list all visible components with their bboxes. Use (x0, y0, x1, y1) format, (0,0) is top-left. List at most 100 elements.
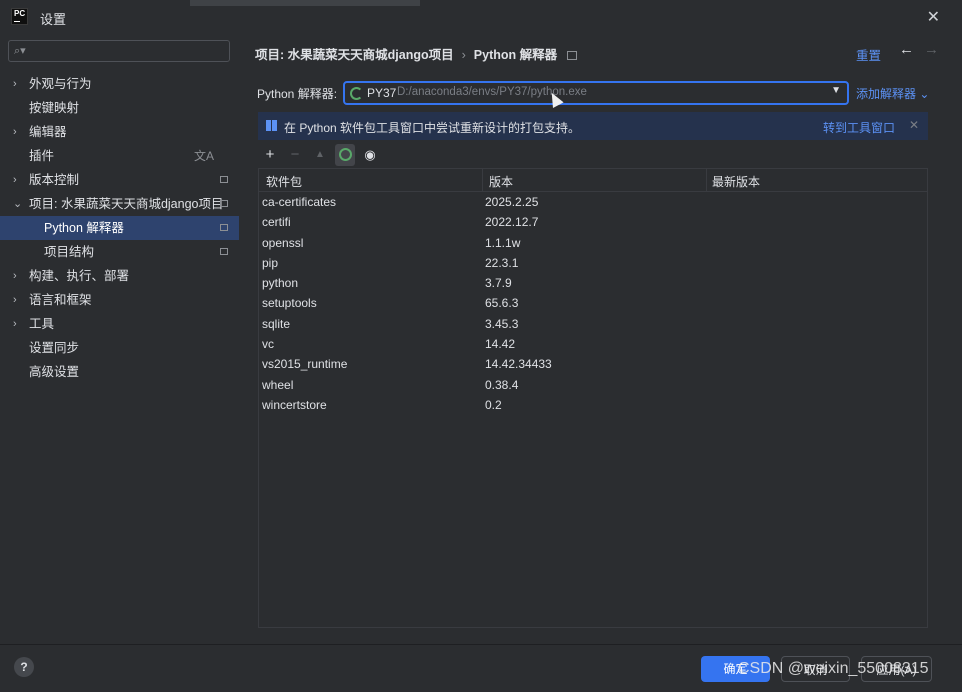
banner-text: 在 Python 软件包工具窗口中尝试重新设计的打包支持。 (284, 121, 581, 135)
column-package[interactable]: 软件包 (266, 173, 302, 190)
info-banner: 在 Python 软件包工具窗口中尝试重新设计的打包支持。 转到工具窗口 ✕ (258, 112, 928, 140)
table-row[interactable]: pip 22.3.1 (259, 253, 927, 273)
chevron-right-icon: › (13, 174, 17, 186)
forward-arrow-icon[interactable]: → (924, 41, 939, 58)
table-body: ca-certificates 2025.2.25 certifi 2022.12.7… (259, 192, 927, 415)
table-row[interactable]: vs2015_runtime 14.42.34433 (259, 354, 927, 374)
sidebar-item-project-structure[interactable]: 项目结构 (0, 240, 239, 264)
project-scope-icon (220, 176, 228, 183)
settings-sidebar: ⌕▾ › 外观与行为 按键映射 › 编辑器 插件 文A › 版本控制 ⌄ 项目:… (0, 34, 239, 644)
chevron-right-icon: › (13, 126, 17, 138)
window-title: 设置 (40, 12, 67, 27)
sidebar-item-editor[interactable]: › 编辑器 (0, 120, 239, 144)
translate-icon: 文A (193, 149, 214, 163)
interpreter-name: PY37 (367, 86, 397, 100)
back-arrow-icon[interactable]: ← (899, 41, 914, 58)
sidebar-item-plugins[interactable]: 插件 文A (0, 144, 239, 168)
sidebar-item-languages[interactable]: › 语言和框架 (0, 288, 239, 312)
package-version: 2022.12.7 (485, 215, 539, 230)
interpreter-label: Python 解释器: (257, 87, 338, 101)
package-version: 22.3.1 (485, 255, 519, 270)
sidebar-item-advanced[interactable]: 高级设置 (0, 360, 239, 384)
close-icon[interactable]: ✕ (927, 7, 940, 27)
column-version[interactable]: 版本 (489, 173, 513, 190)
upgrade-package-icon[interactable]: ▲ (310, 144, 330, 166)
package-version: 3.7.9 (485, 276, 512, 291)
package-name: vc (262, 337, 274, 352)
column-latest-version[interactable]: 最新版本 (712, 173, 760, 190)
package-name: pip (262, 255, 279, 270)
search-icon: ⌕▾ (14, 45, 26, 57)
package-version: 3.45.3 (485, 316, 519, 331)
table-row[interactable]: certifi 2022.12.7 (259, 212, 927, 232)
table-row[interactable]: openssl 1.1.1w (259, 233, 927, 253)
package-name: vs2015_runtime (262, 357, 348, 372)
sidebar-item-build[interactable]: › 构建、执行、部署 (0, 264, 239, 288)
chevron-down-icon: ⌄ (919, 87, 930, 101)
chevron-right-icon: › (13, 294, 17, 306)
package-name: ca-certificates (262, 195, 337, 209)
go-to-tool-window-link[interactable]: 转到工具窗口 (823, 119, 895, 136)
help-icon[interactable]: ? (14, 657, 34, 677)
package-version: 14.42 (485, 337, 516, 352)
background-window-strip (190, 0, 420, 6)
chevron-right-icon: › (13, 78, 17, 90)
add-package-icon[interactable]: + (260, 144, 280, 166)
packages-table: 软件包 版本 最新版本 ca-certificates 2025.2.25 cert… (258, 168, 928, 628)
interpreter-select[interactable]: PY37 D:/anaconda3/envs/PY37/python.exe ▼ (343, 81, 849, 105)
sidebar-item-tools[interactable]: › 工具 (0, 312, 239, 336)
breadcrumb-project: 项目: 水果蔬菜天天商城django项目 (255, 48, 454, 62)
package-name: openssl (262, 235, 304, 250)
packages-toolbar: + − ▲ ◉ (258, 144, 928, 166)
breadcrumb: 项目: 水果蔬菜天天商城django项目 › Python 解释器 (255, 44, 578, 63)
package-name: python (262, 276, 299, 291)
chevron-down-icon: ⌄ (13, 198, 23, 210)
package-version: 1.1.1w (485, 235, 521, 250)
add-interpreter-link[interactable]: 添加解释器 ⌄ (856, 85, 929, 102)
sidebar-item-python-interpreter[interactable]: Python 解释器 (0, 216, 239, 240)
search-input[interactable]: ⌕▾ (8, 40, 230, 62)
sidebar-item-version-control[interactable]: › 版本控制 (0, 168, 239, 192)
package-name: wincertstore (262, 397, 327, 412)
breadcrumb-separator: › (461, 48, 466, 62)
sidebar-item-settings-sync[interactable]: 设置同步 (0, 336, 239, 360)
table-row[interactable]: ca-certificates 2025.2.25 (259, 192, 927, 212)
package-version: 0.38.4 (485, 377, 519, 392)
show-early-releases-eye-icon[interactable]: ◉ (360, 144, 380, 166)
chevron-right-icon: › (13, 318, 17, 330)
table-row[interactable]: vc 14.42 (259, 334, 927, 354)
conda-toggle-icon[interactable] (335, 144, 355, 166)
package-name: certifi (262, 215, 291, 230)
package-version: 14.42.34433 (485, 357, 552, 372)
table-row[interactable]: wincertstore 0.2 (259, 395, 927, 415)
package-name: sqlite (262, 316, 291, 331)
column-divider (482, 169, 483, 191)
breadcrumb-page: Python 解释器 (473, 48, 558, 62)
title-bar: PC 设置 ✕ (0, 0, 962, 34)
watermark: CSDN @weixin_55008315 (738, 660, 929, 677)
column-divider (706, 169, 707, 191)
table-row[interactable]: wheel 0.38.4 (259, 375, 927, 395)
package-name: wheel (262, 377, 294, 392)
close-icon[interactable]: ✕ (909, 118, 919, 132)
project-scope-icon (220, 248, 228, 255)
package-version: 0.2 (485, 397, 502, 412)
project-scope-icon (567, 51, 578, 61)
package-name: setuptools (262, 296, 317, 311)
chevron-right-icon: › (13, 270, 17, 282)
remove-package-icon[interactable]: − (285, 144, 305, 166)
table-header: 软件包 版本 最新版本 (259, 169, 927, 192)
sidebar-item-project[interactable]: ⌄ 项目: 水果蔬菜天天商城django项目 (0, 192, 239, 216)
reset-link[interactable]: 重置 (856, 45, 881, 64)
package-version: 2025.2.25 (485, 195, 539, 209)
loading-spinner-icon (350, 87, 363, 100)
pycharm-logo-icon: PC (11, 8, 28, 25)
sidebar-item-keymap[interactable]: 按键映射 (0, 96, 239, 120)
table-row[interactable]: setuptools 65.6.3 (259, 293, 927, 313)
sidebar-item-appearance[interactable]: › 外观与行为 (0, 72, 239, 96)
gift-icon (266, 120, 277, 131)
settings-content: 项目: 水果蔬菜天天商城django项目 › Python 解释器 重置 ← → P… (239, 34, 962, 644)
table-row[interactable]: sqlite 3.45.3 (259, 314, 927, 334)
package-version: 65.6.3 (485, 296, 519, 311)
table-row[interactable]: python 3.7.9 (259, 273, 927, 293)
